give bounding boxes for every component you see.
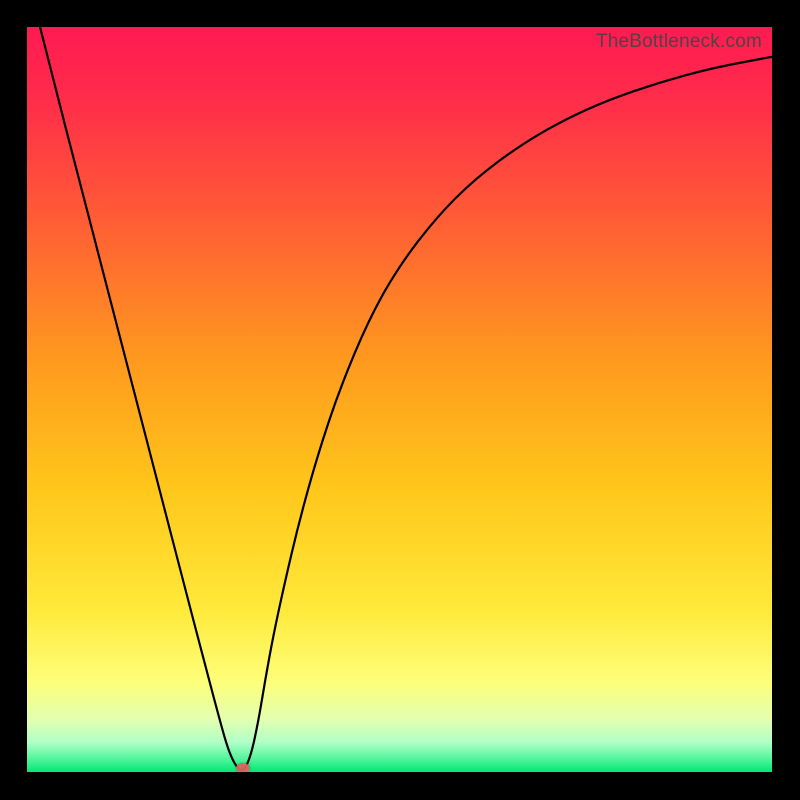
plot-area: TheBottleneck.com <box>27 27 772 772</box>
chart-frame: TheBottleneck.com <box>0 0 800 800</box>
watermark-text: TheBottleneck.com <box>596 31 762 53</box>
optimum-marker <box>236 763 250 772</box>
bottleneck-curve <box>27 27 772 772</box>
